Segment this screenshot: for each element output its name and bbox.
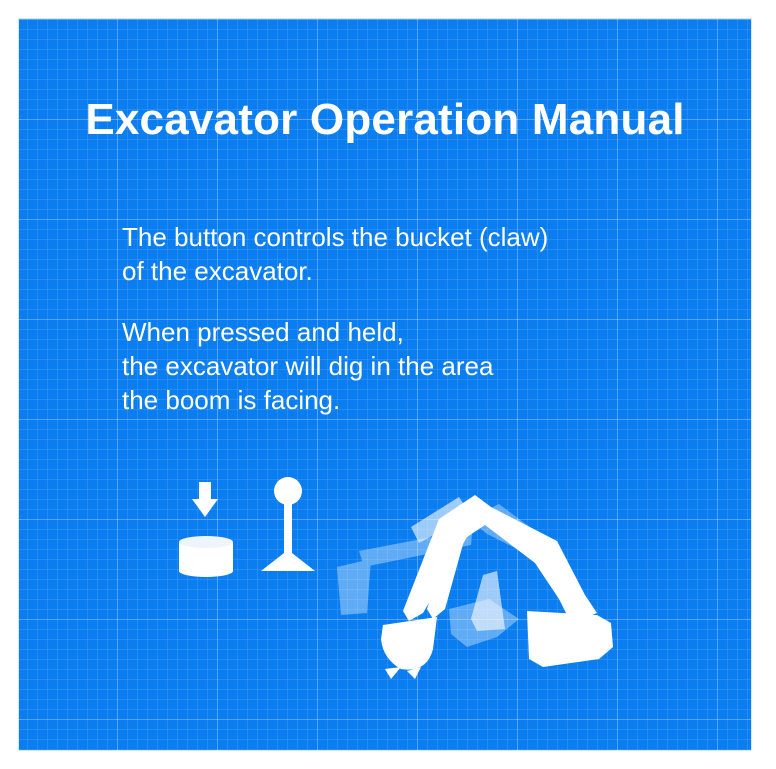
press-arrow-icon [192, 482, 218, 517]
manual-card: Excavator Operation Manual The button co… [18, 18, 752, 751]
illustration [179, 477, 613, 679]
excavator-icon [337, 495, 613, 679]
button-icon [179, 536, 233, 577]
joystick-icon [261, 477, 315, 571]
